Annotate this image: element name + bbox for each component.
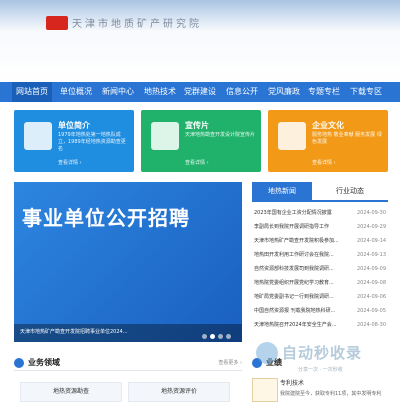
news-item[interactable]: 李副局长到我院开展调研指导工作 2024-09-29 (254, 221, 386, 233)
nav-item-news[interactable]: 新闻中心 (98, 82, 138, 102)
watermark-sub: 分享一次 · 一次秒收 (298, 367, 343, 373)
news-item[interactable]: 天津市地热矿产勘查开发院积极参加... 2024-09-14 (254, 235, 386, 247)
news-item[interactable]: 2023年国有企业工资分配情况披露 2024-09-30 (254, 207, 386, 219)
news-date: 2024-09-05 (356, 308, 386, 314)
watermark-text: 自动秒收录 (282, 344, 363, 362)
business-icon (14, 358, 24, 368)
watermark: 自动秒收录 分享一次 · 一次秒收 (256, 342, 388, 373)
card-title: 宣传片 (185, 121, 209, 130)
card-more-link[interactable]: 查看详情 › (58, 159, 82, 166)
book-icon (278, 122, 306, 150)
card-desc: 服务地热 敬业奉献 服务发展 绿色发展 (312, 132, 382, 145)
business-section-header: 业务领域 查看更多 › (14, 356, 242, 371)
carousel-dot[interactable] (218, 334, 223, 339)
carousel-dot[interactable] (226, 334, 231, 339)
news-item[interactable]: 地矿局党委副书记一行到我院调研... 2024-09-06 (254, 291, 386, 303)
news-item[interactable]: 自然资源部科技发展司到我院调研... 2024-09-09 (254, 263, 386, 275)
card-about[interactable]: 单位简介 1979年地热处第一地热队成立，1989年经地热资源勘查更名 查看详情… (14, 110, 134, 172)
nav-item-geothermal-tech[interactable]: 地热技术 (140, 82, 180, 102)
film-icon (151, 122, 179, 150)
news-date: 2024-09-14 (356, 238, 386, 244)
nav-item-integrity[interactable]: 党风廉政 (264, 82, 304, 102)
business-item[interactable]: 地热资源勘查 (20, 382, 122, 402)
news-title[interactable]: 地矿局党委副书记一行到我院调研... (254, 291, 346, 303)
watermark-logo-icon (256, 342, 278, 364)
news-item[interactable]: 地热田开发利用工作研讨会在我院... 2024-09-13 (254, 249, 386, 261)
news-date: 2024-09-08 (356, 280, 386, 286)
news-title[interactable]: 天津地热院召开2024年安全生产会... (254, 319, 346, 331)
card-more-link[interactable]: 查看详情 › (185, 159, 209, 166)
news-title[interactable]: 天津市地热矿产勘查开发院积极参加... (254, 235, 346, 247)
site-header: 天津市地质矿产研究院 (0, 0, 400, 82)
business-title: 业务领域 (28, 358, 60, 367)
main-nav: 网站首页 单位概况 新闻中心 地热技术 党群建设 信息公开 党风廉政 专题专栏 … (0, 82, 400, 102)
building-icon (24, 122, 52, 150)
banner-carousel[interactable]: 事业单位公开招聘 天津市地热矿产勘查开发院招聘事业单位2024... (14, 182, 242, 342)
nav-item-home[interactable]: 网站首页 (12, 82, 52, 102)
card-video[interactable]: 宣传片 天津地热勘查开发设计院宣传片 查看详情 › (141, 110, 261, 172)
news-date: 2024-09-30 (356, 210, 386, 216)
card-more-link[interactable]: 查看详情 › (312, 159, 336, 166)
news-title[interactable]: 地热院党委组织开展党纪学习教育... (254, 277, 346, 289)
business-more-link[interactable]: 查看更多 › (218, 359, 242, 366)
nav-item-about[interactable]: 单位概况 (56, 82, 96, 102)
card-desc: 天津地热勘查开发设计院宣传片 (185, 132, 256, 138)
nav-item-topics[interactable]: 专题专栏 (304, 82, 344, 102)
news-panel: 地热新闻 行业动态 2023年国有企业工资分配情况披露 2024-09-30 李副… (252, 182, 388, 342)
card-desc: 1979年地热处第一地热队成立，1989年经地热资源勘查更名 (58, 132, 126, 152)
tab-geothermal-news[interactable]: 地热新闻 (252, 182, 312, 200)
news-date: 2024-09-13 (356, 252, 386, 258)
news-date: 2024-09-09 (356, 266, 386, 272)
site-logo-mark[interactable] (46, 16, 68, 30)
card-title: 单位简介 (58, 121, 90, 130)
banner-headline: 事业单位公开招聘 (22, 206, 190, 230)
nav-item-downloads[interactable]: 下载专区 (346, 82, 386, 102)
news-item[interactable]: 天津地热院召开2024年安全生产会... 2024-08-30 (254, 319, 386, 331)
business-item[interactable]: 地热资源评价 (128, 382, 230, 402)
card-culture[interactable]: 企业文化 服务地热 敬业奉献 服务发展 绿色发展 查看详情 › (268, 110, 388, 172)
nav-item-party[interactable]: 党群建设 (180, 82, 220, 102)
news-item[interactable]: 中国自然资源报 刊载我院地热科研... 2024-09-05 (254, 305, 386, 317)
patent-title[interactable]: 专利技术 (280, 378, 304, 387)
news-item[interactable]: 地热院党委组织开展党纪学习教育... 2024-09-08 (254, 277, 386, 289)
banner-caption[interactable]: 天津市地热矿产勘查开发院招聘事业单位2024... (20, 328, 128, 335)
news-title[interactable]: 地热田开发利用工作研讨会在我院... (254, 249, 346, 261)
news-date: 2024-09-06 (356, 294, 386, 300)
card-title: 企业文化 (312, 121, 344, 130)
news-date: 2024-08-30 (356, 322, 386, 328)
carousel-dot-active[interactable] (210, 334, 215, 339)
news-title[interactable]: 李副局长到我院开展调研指导工作 (254, 221, 346, 233)
patent-desc: 我院建院至今，获取专利11项，其中发明专利 (280, 391, 382, 397)
news-title[interactable]: 自然资源部科技发展司到我院调研... (254, 263, 346, 275)
news-title[interactable]: 2023年国有企业工资分配情况披露 (254, 207, 346, 219)
certificate-image[interactable] (252, 378, 278, 402)
tab-industry-news[interactable]: 行业动态 (320, 182, 380, 200)
site-logo-text[interactable]: 天津市地质矿产研究院 (72, 15, 202, 30)
nav-item-disclosure[interactable]: 信息公开 (222, 82, 262, 102)
carousel-dot[interactable] (202, 334, 207, 339)
news-tab-bar: 地热新闻 行业动态 (252, 182, 388, 202)
news-title[interactable]: 中国自然资源报 刊载我院地热科研... (254, 305, 346, 317)
news-date: 2024-09-29 (356, 224, 386, 230)
